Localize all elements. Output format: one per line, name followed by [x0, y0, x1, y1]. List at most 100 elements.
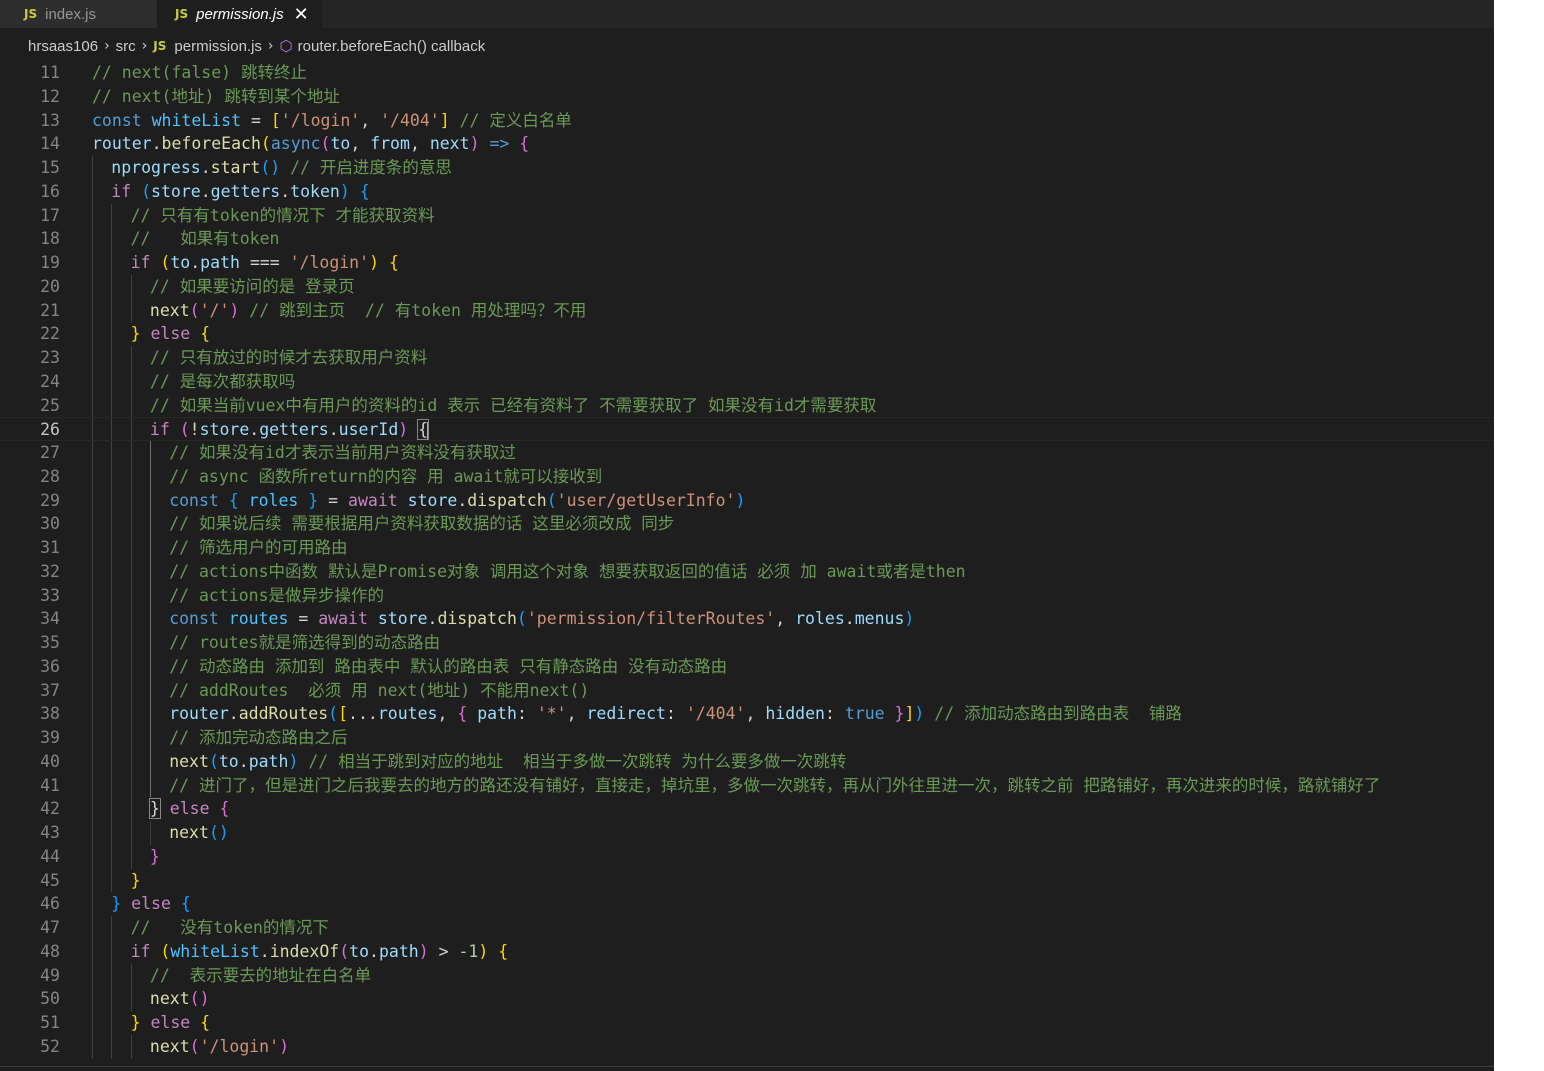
- code-editor[interactable]: JS index.js JS permission.js ✕ hrsaas106…: [0, 0, 1494, 1071]
- code-line[interactable]: 15 nprogress.start() // 开启进度条的意思: [0, 156, 1494, 180]
- code-line[interactable]: 48 if (whiteList.indexOf(to.path) > -1) {: [0, 939, 1494, 964]
- js-file-icon: JS: [24, 7, 38, 21]
- code-line[interactable]: 23 // 只有放过的时候才去获取用户资料: [0, 346, 1494, 370]
- code-line[interactable]: 32 // actions中函数 默认是Promise对象 调用这个对象 想要获取…: [0, 559, 1494, 584]
- code-text: // 是每次都获取吗: [150, 370, 295, 394]
- indent-guide: [149, 441, 151, 465]
- code-line[interactable]: 46} else {: [0, 892, 1494, 916]
- code-line[interactable]: 51} else {: [0, 1011, 1494, 1035]
- close-icon[interactable]: ✕: [294, 4, 309, 25]
- code-token: to: [330, 134, 351, 154]
- code-token: }: [894, 704, 905, 724]
- code-line[interactable]: 20 // 如果要访问的是 登录页: [0, 274, 1494, 299]
- tab-index-js[interactable]: JS index.js: [0, 0, 157, 28]
- code-token: // next(false) 跳转终止: [92, 63, 308, 82]
- code-area[interactable]: 11 // next(false) 跳转终止 12 // next(地址) 跳转到某个…: [0, 61, 1494, 1059]
- indent-guide: [111, 251, 113, 275]
- code-line[interactable]: 52 next('/login'): [0, 1034, 1494, 1059]
- indent-guide: [92, 678, 93, 703]
- code-text: next(): [150, 987, 210, 1011]
- tab-permission-js[interactable]: JS permission.js ✕: [157, 0, 322, 28]
- code-token: await: [348, 490, 398, 510]
- code-text: // 筛选用户的可用路由: [169, 536, 347, 560]
- tab-label: index.js: [45, 5, 96, 23]
- code-line[interactable]: 39 // 添加完动态路由之后: [0, 726, 1494, 750]
- code-token: (: [189, 1036, 200, 1056]
- code-line[interactable]: 41 // 进门了，但是进门之后我要去的地方的路还没有铺好，直接走，掉坑里，多做一…: [0, 773, 1494, 798]
- breadcrumb-item-project[interactable]: hrsaas106: [28, 38, 98, 55]
- code-line[interactable]: 21 next('/') // 跳到主页 // 有token 用处理吗？不用: [0, 298, 1494, 323]
- indent-guide: [149, 512, 151, 536]
- code-line[interactable]: 30 // 如果说后续 需要根据用户资料获取数据的话 这里必须改成 同步: [0, 512, 1494, 536]
- indent-guide: [149, 654, 151, 679]
- code-token: {: [200, 1013, 211, 1032]
- indent-guide: [92, 607, 93, 631]
- code-line[interactable]: 27 // 如果没有id才表示当前用户资料没有获取过: [0, 441, 1494, 465]
- code-line[interactable]: 16 if (store.getters.token) {: [0, 179, 1494, 204]
- code-line[interactable]: 12 // next(地址) 跳转到某个地址: [0, 85, 1494, 109]
- code-line[interactable]: 29 const { roles } = await store.dispatch…: [0, 488, 1494, 513]
- code-line[interactable]: 28 // async 函数所return的内容 用 await就可以接收到: [0, 464, 1494, 489]
- code-text: if (whiteList.indexOf(to.path) > -1) {: [131, 940, 509, 964]
- code-line[interactable]: 33 // actions是做异步操作的: [0, 583, 1494, 608]
- indent-guide: [130, 369, 132, 394]
- code-line[interactable]: 11 // next(false) 跳转终止: [0, 61, 1494, 85]
- indent-guide: [92, 156, 93, 180]
- code-line[interactable]: 22} else {: [0, 322, 1494, 346]
- code-line[interactable]: 35 // routes就是筛选得到的动态路由: [0, 631, 1494, 655]
- code-line[interactable]: 17 // 只有有token的情况下 才能获取资料: [0, 203, 1494, 228]
- code-token: .: [200, 181, 211, 201]
- code-line[interactable]: 42} else {: [0, 797, 1494, 821]
- code-line[interactable]: 49 // 表示要去的地址在白名单: [0, 963, 1494, 988]
- indent-guide: [111, 274, 113, 299]
- line-number: 19: [40, 253, 60, 272]
- code-token: path: [477, 704, 517, 724]
- breadcrumb-item-src[interactable]: src: [116, 38, 136, 55]
- code-line[interactable]: 34 const routes = await store.dispatch('p…: [0, 607, 1494, 631]
- code-text: const whiteList = ['/login', '/404'] // …: [92, 109, 572, 133]
- js-file-icon: JS: [175, 7, 189, 21]
- line-number: 31: [40, 538, 60, 557]
- code-line[interactable]: 13 const whiteList = ['/login', '/404'] /…: [0, 109, 1494, 133]
- indent-guide: [111, 749, 113, 774]
- code-token: }: [148, 798, 161, 820]
- code-token: {: [498, 941, 509, 961]
- code-line[interactable]: 43 next(): [0, 821, 1494, 845]
- code-line[interactable]: 37 // addRoutes 必须 用 next(地址) 不能用next(): [0, 678, 1494, 703]
- code-line[interactable]: 36 // 动态路由 添加到 路由表中 默认的路由表 只有静态路由 没有动态路由: [0, 654, 1494, 679]
- code-line[interactable]: 26 if (!store.getters.userId) {: [0, 417, 1494, 441]
- code-token: // 表示要去的地址在白名单: [149, 965, 372, 985]
- code-line[interactable]: 40 next(to.path) // 相当于跳到对应的地址 相当于多做一次跳转 …: [0, 749, 1494, 774]
- code-line[interactable]: 38 router.addRoutes([...routes, { path: '…: [0, 702, 1494, 726]
- code-line[interactable]: 50 next(): [0, 987, 1494, 1011]
- breadcrumb-item-file[interactable]: permission.js: [174, 38, 262, 55]
- code-line[interactable]: 45}: [0, 868, 1494, 893]
- horizontal-scrollbar[interactable]: [0, 1066, 1494, 1067]
- code-token: (: [160, 253, 171, 272]
- line-number: 11: [40, 63, 60, 82]
- code-token: (: [141, 181, 152, 201]
- line-number: 49: [40, 965, 60, 985]
- indent-guide: [111, 963, 113, 988]
- indent-guide: [130, 844, 132, 869]
- code-line[interactable]: 24 // 是每次都获取吗: [0, 369, 1494, 394]
- code-line[interactable]: 47 // 没有token的情况下: [0, 916, 1494, 940]
- indent-guide: [111, 1011, 113, 1035]
- code-line[interactable]: 44}: [0, 844, 1494, 869]
- code-text: } else {: [148, 797, 229, 821]
- indent-guide: [111, 939, 113, 964]
- line-number: 24: [40, 371, 60, 391]
- code-line[interactable]: 31 // 筛选用户的可用路由: [0, 536, 1494, 560]
- code-text: // 动态路由 添加到 路由表中 默认的路由表 只有静态路由 没有动态路由: [169, 655, 727, 679]
- line-number: 23: [40, 348, 60, 367]
- code-token: // actions中函数 默认是Promise对象 调用这个对象 想要获取返回…: [169, 561, 966, 581]
- indent-guide: [130, 536, 132, 560]
- code-line[interactable]: 25 // 如果当前vuex中有用户的资料的id 表示 已经有资料了 不需要获取了…: [0, 393, 1494, 418]
- breadcrumb-item-symbol[interactable]: router.beforeEach() callback: [298, 38, 486, 55]
- code-line[interactable]: 19 if (to.path === '/login') {: [0, 251, 1494, 275]
- code-line[interactable]: 18 // 如果有token: [0, 227, 1494, 251]
- code-line[interactable]: 14 router.beforeEach(async(to, from, next…: [0, 132, 1494, 156]
